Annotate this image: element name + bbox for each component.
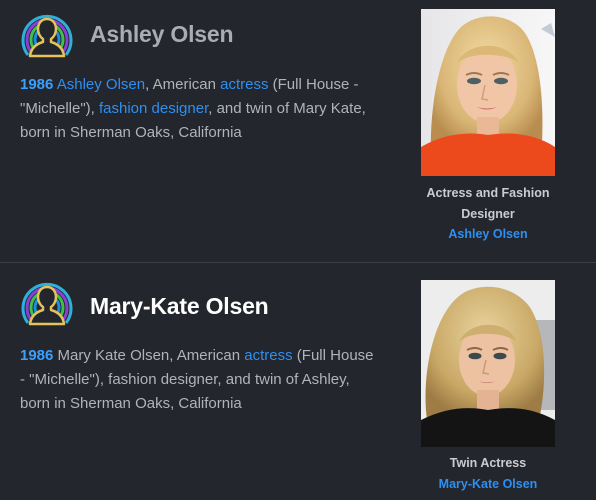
- photo-caption-link[interactable]: Ashley Olsen: [410, 227, 566, 241]
- fashion-designer-link[interactable]: fashion designer: [99, 100, 208, 117]
- person-description: 1986 Ashley Olsen, American actress (Ful…: [20, 73, 380, 145]
- description-text: Mary Kate Olsen, American: [53, 347, 245, 364]
- person-name: Ashley Olsen: [90, 21, 234, 47]
- description-text: , American: [145, 76, 221, 93]
- person-photo[interactable]: [421, 280, 555, 447]
- person-avatar-icon: [21, 14, 73, 58]
- photo-caption-link[interactable]: Mary-Kate Olsen: [410, 477, 566, 491]
- photo-caption: Actress and Fashion Designer: [426, 186, 550, 221]
- actress-link[interactable]: actress: [244, 347, 292, 364]
- birth-year: 1986: [20, 76, 54, 93]
- actress-link[interactable]: actress: [220, 76, 268, 93]
- person-avatar-icon: [21, 282, 73, 326]
- person-card-ashley: Ashley Olsen 1986 Ashley Olsen, American…: [0, 0, 596, 262]
- person-name-link[interactable]: Ashley Olsen: [57, 76, 145, 93]
- birth-year: 1986: [20, 347, 54, 364]
- photo-caption: Twin Actress: [449, 456, 527, 470]
- person-description: 1986 Mary Kate Olsen, American actress (…: [20, 344, 380, 416]
- person-photo[interactable]: [421, 9, 555, 176]
- person-name: Mary-Kate Olsen: [90, 293, 269, 319]
